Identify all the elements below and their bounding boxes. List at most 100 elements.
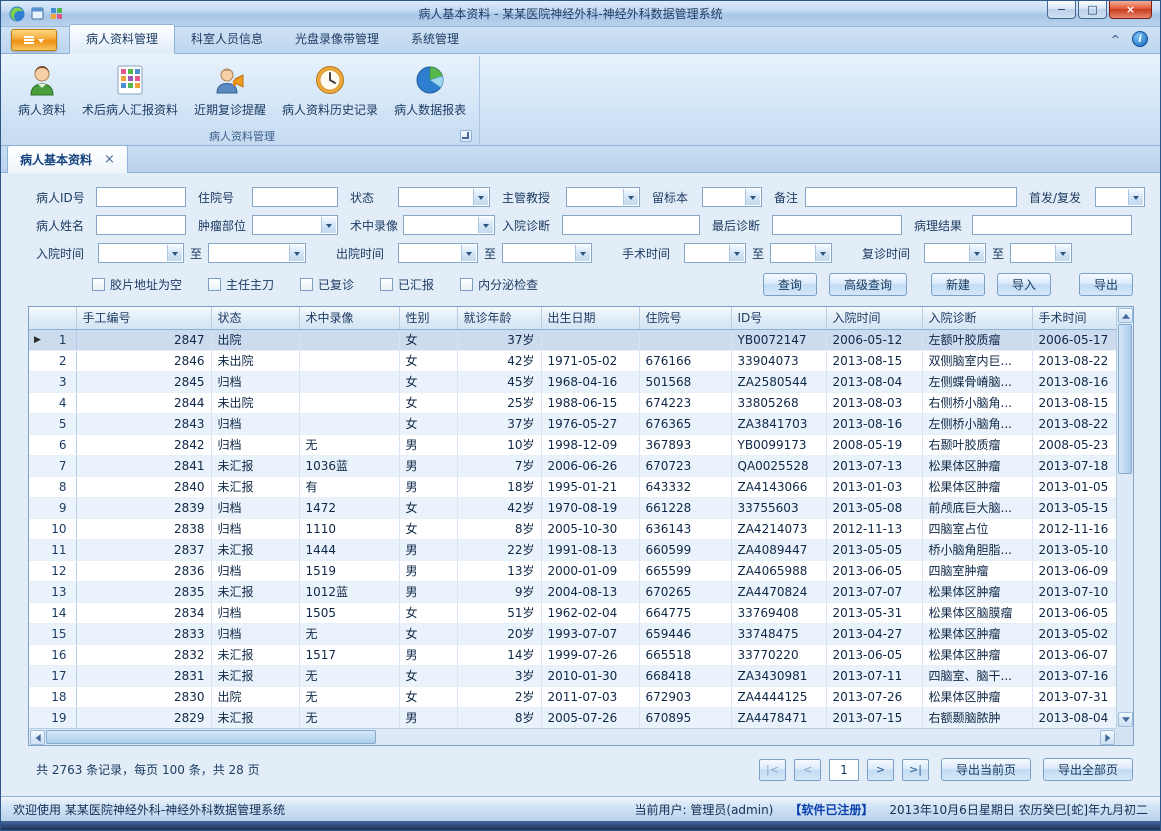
filter-select[interactable]	[403, 215, 495, 235]
filter-select[interactable]	[398, 187, 490, 207]
column-header[interactable]: 状态	[211, 307, 299, 329]
scroll-down-icon[interactable]	[1118, 712, 1133, 727]
filter-select[interactable]	[98, 243, 184, 263]
table-row[interactable]: 122836归档1519男13岁2000-01-09665599ZA406598…	[29, 560, 1116, 581]
document-tab-patient-basic-info[interactable]: 病人基本资料 ×	[7, 145, 128, 173]
table-row[interactable]: 102838归档1110女8岁2005-10-30636143ZA4214073…	[29, 518, 1116, 539]
table-row[interactable]: 92839归档1472女42岁1970-08-19661228337556032…	[29, 497, 1116, 518]
ribbon-tab[interactable]: 光盘录像带管理	[279, 25, 395, 53]
filter-input[interactable]	[252, 187, 338, 207]
column-header[interactable]: 住院号	[639, 307, 731, 329]
table-row[interactable]: 52843归档女37岁1976-05-27676365ZA38417032013…	[29, 413, 1116, 434]
filter-select[interactable]	[1010, 243, 1072, 263]
horizontal-scrollbar[interactable]	[29, 728, 1116, 745]
prev-page-button[interactable]: <	[794, 759, 821, 781]
filter-checkbox[interactable]: 已复诊	[300, 276, 354, 293]
filter-select[interactable]	[398, 243, 478, 263]
ribbon-button-patient-info[interactable]: 病人资料	[11, 59, 73, 127]
column-header[interactable]: 术中录像	[299, 307, 399, 329]
filter-select[interactable]	[1095, 187, 1145, 207]
filter-input[interactable]	[805, 187, 1017, 207]
column-header[interactable]: 入院时间	[826, 307, 922, 329]
filter-select[interactable]	[502, 243, 592, 263]
column-header[interactable]: 入院诊断	[922, 307, 1032, 329]
page-number-input[interactable]	[829, 759, 859, 781]
close-button[interactable]: ×	[1109, 1, 1152, 19]
ribbon-tab[interactable]: 系统管理	[395, 25, 475, 53]
scroll-left-icon[interactable]	[30, 730, 45, 745]
horizontal-scroll-thumb[interactable]	[46, 730, 376, 744]
scroll-right-icon[interactable]	[1100, 730, 1115, 745]
filter-select[interactable]	[566, 187, 640, 207]
filter-input[interactable]	[972, 215, 1132, 235]
ribbon-tab[interactable]: 科室人员信息	[175, 25, 279, 53]
info-icon[interactable]: i	[1132, 31, 1148, 47]
table-row[interactable]: 142834归档1505女51岁1962-02-0466477533769408…	[29, 602, 1116, 623]
table-row[interactable]: 172831未汇报无女3岁2010-01-30668418ZA343098120…	[29, 665, 1116, 686]
filter-checkbox[interactable]: 内分泌检查	[460, 276, 538, 293]
vertical-scrollbar[interactable]	[1116, 307, 1133, 728]
filter-select[interactable]	[684, 243, 746, 263]
vertical-scroll-thumb[interactable]	[1118, 324, 1132, 474]
filter-checkbox[interactable]: 胶片地址为空	[92, 276, 182, 293]
table-row[interactable]: 42844未出院女25岁1988-06-15674223338052682013…	[29, 392, 1116, 413]
ribbon-button-data-report[interactable]: 病人数据报表	[387, 59, 473, 127]
ribbon-tab[interactable]: 病人资料管理	[69, 24, 175, 54]
quick-access-window-icon[interactable]	[31, 7, 44, 20]
table-row[interactable]: 152833归档无女20岁1993-07-0765944633748475201…	[29, 623, 1116, 644]
table-row[interactable]: 22846未出院女42岁1971-05-02676166339040732013…	[29, 350, 1116, 371]
column-header[interactable]: ID号	[731, 307, 826, 329]
quick-access-layout-icon[interactable]	[50, 7, 63, 20]
filter-checkbox[interactable]: 主任主刀	[208, 276, 274, 293]
grid-cell: 2000-01-09	[541, 560, 639, 581]
collapse-ribbon-icon[interactable]: ^	[1111, 33, 1120, 46]
table-row[interactable]: 192829未汇报无男8岁2005-07-26670895ZA447847120…	[29, 707, 1116, 728]
ribbon-button-history[interactable]: 病人资料历史记录	[275, 59, 385, 127]
filter-select[interactable]	[208, 243, 306, 263]
app-icon[interactable]	[9, 6, 25, 22]
column-header[interactable]: 就诊年龄	[457, 307, 541, 329]
export-all-pages-button[interactable]: 导出全部页	[1043, 758, 1133, 781]
new-button[interactable]: 新建	[931, 273, 985, 296]
table-row[interactable]: 32845归档女45岁1968-04-16501568ZA25805442013…	[29, 371, 1116, 392]
dialog-launcher-icon[interactable]	[460, 130, 472, 142]
import-button[interactable]: 导入	[997, 273, 1051, 296]
grid-cell: 2013-01-05	[1032, 476, 1116, 497]
filter-input[interactable]	[96, 215, 186, 235]
scroll-up-icon[interactable]	[1118, 308, 1133, 323]
ribbon-button-postop-report[interactable]: 术后病人汇报资料	[75, 59, 185, 127]
ribbon-button-revisit-reminder[interactable]: 近期复诊提醒	[187, 59, 273, 127]
column-header[interactable]: 手术时间	[1032, 307, 1116, 329]
filter-input[interactable]	[562, 215, 700, 235]
column-header[interactable]	[29, 307, 76, 329]
filter-input[interactable]	[96, 187, 186, 207]
filter-select[interactable]	[252, 215, 338, 235]
table-row[interactable]: 72841未汇报1036蓝男7岁2006-06-26670723QA002552…	[29, 455, 1116, 476]
filter-select[interactable]	[702, 187, 762, 207]
table-row[interactable]: ▶12847出院女37岁YB00721472006-05-12左额叶胶质瘤200…	[29, 329, 1116, 350]
filter-select[interactable]	[770, 243, 832, 263]
column-header[interactable]: 出生日期	[541, 307, 639, 329]
filter-input[interactable]	[772, 215, 902, 235]
table-row[interactable]: 182830出院无女2岁2011-07-03672903ZA4444125201…	[29, 686, 1116, 707]
advanced-search-button[interactable]: 高级查询	[829, 273, 907, 296]
minimize-button[interactable]: −	[1047, 1, 1076, 19]
filter-select[interactable]	[924, 243, 986, 263]
column-header[interactable]: 性别	[399, 307, 457, 329]
last-page-button[interactable]: >|	[902, 759, 929, 781]
table-row[interactable]: 162832未汇报1517男14岁1999-07-266655183377022…	[29, 644, 1116, 665]
table-row[interactable]: 112837未汇报1444男22岁1991-08-13660599ZA40894…	[29, 539, 1116, 560]
table-row[interactable]: 82840未汇报有男18岁1995-01-21643332ZA414306620…	[29, 476, 1116, 497]
export-current-page-button[interactable]: 导出当前页	[941, 758, 1031, 781]
column-header[interactable]: 手工编号	[76, 307, 211, 329]
search-button[interactable]: 查询	[763, 273, 817, 296]
table-row[interactable]: 62842归档无男10岁1998-12-09367893YB0099173200…	[29, 434, 1116, 455]
maximize-button[interactable]: □	[1078, 1, 1107, 19]
export-button[interactable]: 导出	[1079, 273, 1133, 296]
close-tab-icon[interactable]: ×	[104, 153, 115, 166]
first-page-button[interactable]: |<	[759, 759, 786, 781]
next-page-button[interactable]: >	[867, 759, 894, 781]
table-row[interactable]: 132835未汇报1012蓝男9岁2004-08-13670265ZA44708…	[29, 581, 1116, 602]
app-menu-button[interactable]	[11, 29, 57, 51]
filter-checkbox[interactable]: 已汇报	[380, 276, 434, 293]
